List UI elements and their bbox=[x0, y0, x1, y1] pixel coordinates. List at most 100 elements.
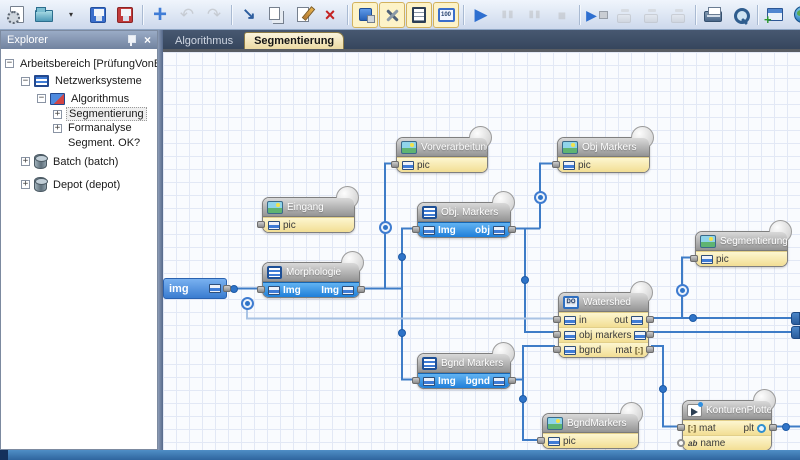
tree-item-algorithmus[interactable]: −Algorithmus bbox=[1, 90, 157, 107]
run-button[interactable]: ▶ bbox=[468, 2, 494, 28]
close-icon[interactable]: × bbox=[142, 33, 153, 47]
node-row[interactable]: objmarkers bbox=[559, 327, 648, 342]
input-port[interactable] bbox=[690, 255, 698, 262]
toggle-tools-button[interactable] bbox=[379, 2, 405, 28]
tray-icon bbox=[617, 14, 631, 23]
node-watershed[interactable]: DOWatershedinoutobjmarkersbgndmat[:] bbox=[558, 292, 649, 358]
save-as-button[interactable] bbox=[112, 2, 138, 28]
wire-to-bgndmarkers-bottom[interactable] bbox=[523, 380, 540, 441]
input-port[interactable] bbox=[412, 226, 420, 233]
input-port[interactable] bbox=[257, 286, 265, 293]
row-input-label: pic bbox=[563, 436, 576, 447]
save-button[interactable] bbox=[85, 2, 111, 28]
diagram-canvas[interactable]: img Vorverarbeitungpic Obj Markerspic Einga… bbox=[163, 52, 800, 450]
node-row[interactable]: pic bbox=[696, 251, 787, 266]
open-input-port[interactable] bbox=[677, 439, 685, 447]
output-port[interactable] bbox=[508, 377, 516, 384]
toggle-properties-button[interactable] bbox=[406, 2, 432, 28]
edit-button[interactable] bbox=[290, 2, 316, 28]
open-button[interactable] bbox=[31, 2, 57, 28]
duplicate-button[interactable] bbox=[263, 2, 289, 28]
node-eingang[interactable]: Eingangpic bbox=[262, 197, 355, 233]
image-row-icon bbox=[564, 316, 576, 325]
expander-icon[interactable]: + bbox=[53, 110, 62, 119]
node-row[interactable]: pic bbox=[263, 217, 354, 232]
input-port[interactable] bbox=[412, 377, 420, 384]
output-port[interactable] bbox=[769, 424, 777, 431]
run-to-button[interactable]: ▶ bbox=[584, 2, 610, 28]
node-title-label: KonturenPlotten bbox=[706, 405, 771, 416]
output-port[interactable] bbox=[646, 316, 654, 323]
tree-item-batch[interactable]: +Batch (batch) bbox=[1, 150, 157, 173]
expander-icon[interactable]: − bbox=[5, 59, 14, 68]
row-input-label: Img bbox=[438, 376, 456, 387]
tab-segmentierung[interactable]: Segmentierung bbox=[244, 32, 344, 49]
wire-to-watershed-obj[interactable] bbox=[525, 229, 555, 333]
node-row[interactable]: Imgbgnd bbox=[418, 373, 510, 388]
tab-algorithmus[interactable]: Algorithmus bbox=[166, 33, 242, 49]
tools-icon bbox=[383, 6, 401, 24]
output-port[interactable] bbox=[646, 346, 654, 353]
wire-junction-ring bbox=[676, 284, 689, 297]
node-row[interactable]: abname bbox=[683, 435, 771, 450]
delete-button[interactable]: × bbox=[317, 2, 343, 28]
tree-item-arbeitsbereich[interactable]: −Arbeitsbereich [PrüfungVonBieget bbox=[1, 55, 157, 72]
open-dropdown-button[interactable]: ▾ bbox=[58, 2, 84, 28]
tree-item-formanalyse[interactable]: +Formanalyse bbox=[1, 121, 157, 135]
input-port[interactable] bbox=[552, 161, 560, 168]
toolbar-separator bbox=[347, 5, 348, 25]
input-port[interactable] bbox=[537, 437, 545, 444]
output-port[interactable] bbox=[646, 331, 654, 338]
tree-item-segmentierung[interactable]: +Segmentierung bbox=[1, 107, 157, 121]
add-button[interactable]: + bbox=[147, 2, 173, 28]
expander-icon[interactable]: − bbox=[37, 94, 46, 103]
input-port[interactable] bbox=[677, 424, 685, 431]
node-obj-markers-top[interactable]: Obj Markerspic bbox=[557, 137, 650, 173]
node-bgnd-markers[interactable]: Bgnd MarkersImgbgnd bbox=[417, 353, 511, 389]
toolbar: ▾+↶↷↘×100▶▮▮▮▮■▶? bbox=[0, 0, 800, 30]
node-row[interactable]: ImgImg bbox=[263, 282, 359, 297]
node-row[interactable]: pic bbox=[558, 157, 649, 172]
stop-icon: ■ bbox=[558, 8, 566, 22]
node-obj-markers[interactable]: Obj. MarkersImgobj bbox=[417, 202, 511, 238]
node-row[interactable]: inout bbox=[559, 312, 648, 327]
wire-to-watershed-bgnd[interactable] bbox=[523, 346, 555, 380]
img-input-tag[interactable]: img bbox=[163, 278, 227, 299]
input-port[interactable] bbox=[553, 331, 561, 338]
expander-icon[interactable]: + bbox=[21, 157, 30, 166]
insert-button[interactable]: ↘ bbox=[236, 2, 262, 28]
print-button[interactable] bbox=[700, 2, 726, 28]
tree-item-segment-ok[interactable]: Segment. OK? bbox=[1, 135, 157, 150]
expander-icon[interactable]: + bbox=[21, 180, 30, 189]
external-input-label: img bbox=[169, 283, 189, 295]
new-window-button[interactable] bbox=[762, 2, 788, 28]
tree-item-depot[interactable]: +Depot (depot) bbox=[1, 173, 157, 196]
node-segmentierung[interactable]: Segmentierungpic bbox=[695, 231, 788, 267]
expander-icon[interactable]: + bbox=[53, 124, 62, 133]
node-row[interactable]: pic bbox=[543, 433, 638, 448]
node-morphologie[interactable]: MorphologieImgImg bbox=[262, 262, 360, 298]
tree-item-netzwerksysteme[interactable]: −Netzwerksysteme bbox=[1, 72, 157, 90]
node-row[interactable]: pic bbox=[397, 157, 487, 172]
pin-icon[interactable] bbox=[126, 34, 136, 46]
toggle-structure-button[interactable] bbox=[352, 2, 378, 28]
output-port[interactable] bbox=[223, 285, 231, 292]
output-port[interactable] bbox=[357, 286, 365, 293]
input-port[interactable] bbox=[553, 316, 561, 323]
node-row[interactable]: Imgobj bbox=[418, 222, 510, 237]
web-button[interactable] bbox=[789, 2, 800, 28]
expander-icon[interactable]: − bbox=[21, 77, 30, 86]
input-port[interactable] bbox=[553, 346, 561, 353]
output-port[interactable] bbox=[508, 226, 516, 233]
new-button[interactable] bbox=[4, 2, 30, 28]
print-preview-button[interactable] bbox=[727, 2, 753, 28]
node-bgndmarkers-bottom[interactable]: BgndMarkerspic bbox=[542, 413, 639, 449]
node-row[interactable]: bgndmat[:] bbox=[559, 342, 648, 357]
node-vorverarbeitung[interactable]: Vorverarbeitungpic bbox=[396, 137, 488, 173]
stop-button: ■ bbox=[549, 2, 575, 28]
input-port[interactable] bbox=[257, 221, 265, 228]
toggle-dll-button[interactable]: 100 bbox=[433, 2, 459, 28]
input-port[interactable] bbox=[391, 161, 399, 168]
node-konturenplotten[interactable]: KonturenPlotten [:]matpltabname bbox=[682, 400, 772, 450]
node-row[interactable]: [:]matplt bbox=[683, 420, 771, 435]
